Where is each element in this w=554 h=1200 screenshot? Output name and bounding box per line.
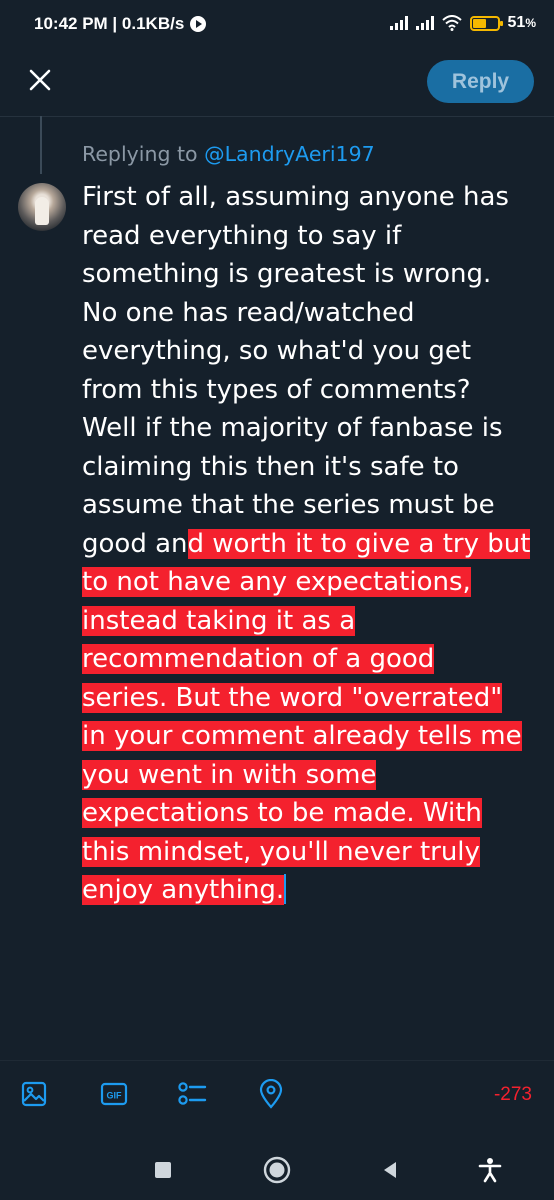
replying-to-handle[interactable]: @LandryAeri197 (204, 142, 375, 166)
overflow-line: instead taking it as a (82, 602, 542, 641)
close-button[interactable] (22, 62, 58, 98)
home-icon (263, 1156, 291, 1184)
add-location-button[interactable] (255, 1078, 287, 1110)
overflow-line: in your comment already tells me (82, 717, 542, 756)
status-bar: 10:42 PM | 0.1KB/s 51% (0, 0, 554, 52)
accessibility-button[interactable] (472, 1152, 508, 1188)
overflow-text: recommendation of a good (82, 644, 435, 674)
avatar (18, 183, 66, 231)
character-count: -273 (493, 1084, 532, 1105)
reply-button[interactable]: Reply (427, 60, 534, 103)
overflow-line: you went in with some (82, 756, 542, 795)
close-icon (29, 69, 51, 91)
compose-line: Well if the majority of fanbase is (82, 413, 503, 443)
location-icon (259, 1079, 283, 1109)
back-button[interactable] (372, 1152, 408, 1188)
compose-line: from this types of comments? (82, 374, 471, 405)
compose-line: First of all, assuming anyone has (82, 182, 509, 212)
overflow-text: d worth it to give a try but (187, 528, 531, 559)
gif-icon-label: GIF (107, 1091, 123, 1101)
status-time-speed: 10:42 PM | 0.1KB/s (34, 14, 185, 33)
header-divider (0, 116, 554, 117)
system-nav-bar (0, 1140, 554, 1200)
compose-line: everything, so what'd you get (82, 336, 472, 366)
compose-line: claiming this then it's safe to (82, 451, 459, 482)
text-caret (284, 874, 287, 904)
wifi-icon (441, 15, 462, 31)
add-gif-button[interactable]: GIF (98, 1078, 130, 1110)
overflow-text: series. But the word "overrated" (82, 682, 503, 713)
overflow-text: to not have any expectations, (82, 567, 471, 597)
signal-icon-2 (415, 16, 434, 30)
overflow-line: recommendation of a good (82, 640, 542, 679)
home-button[interactable] (259, 1152, 295, 1188)
compose-line-split: good and worth it to give a try but (82, 525, 542, 564)
overflow-line: enjoy anything. (82, 871, 542, 910)
compose-line: something is greatest is wrong. (82, 259, 492, 289)
add-poll-button[interactable] (176, 1078, 208, 1110)
status-right: 51% (389, 14, 536, 32)
poll-icon (178, 1082, 207, 1105)
recents-button[interactable] (145, 1152, 181, 1188)
overflow-line: this mindset, you'll never truly (82, 833, 542, 872)
add-image-button[interactable] (18, 1078, 50, 1110)
gif-icon: GIF (100, 1082, 128, 1106)
recents-icon (155, 1162, 171, 1178)
replying-to-prefix: Replying to (82, 142, 198, 166)
media-play-icon (190, 16, 207, 32)
overflow-line: series. But the word "overrated" (82, 679, 542, 718)
overflow-text: you went in with some (82, 759, 377, 790)
compose-text-normal: good an (82, 528, 188, 559)
signal-icon (389, 16, 408, 30)
battery-level: 51% (507, 14, 536, 31)
replying-to: Replying to @LandryAeri197 (82, 142, 375, 166)
compose-line: assume that the series must be (82, 490, 495, 520)
overflow-text: instead taking it as a (82, 605, 356, 636)
image-icon (21, 1081, 47, 1107)
status-left: 10:42 PM | 0.1KB/s (34, 14, 207, 34)
compose-line: No one has read/watched (82, 297, 415, 328)
accessibility-icon (478, 1158, 502, 1183)
thread-connector-line (40, 116, 42, 174)
overflow-line: to not have any expectations, (82, 563, 542, 602)
overflow-line: expectations to be made. With (82, 794, 542, 833)
overflow-text: in your comment already tells me (82, 721, 522, 751)
compose-line: read everything to say if (82, 220, 402, 251)
compose-toolbar: GIF -273 (0, 1074, 554, 1118)
overflow-text: enjoy anything. (82, 875, 285, 905)
back-icon (384, 1162, 396, 1178)
toolbar-divider (0, 1060, 554, 1061)
compose-text-area[interactable]: First of all, assuming anyone has read e… (82, 178, 542, 910)
overflow-text: this mindset, you'll never truly (82, 836, 480, 867)
battery-icon (469, 15, 503, 31)
overflow-text: expectations to be made. With (82, 798, 482, 828)
